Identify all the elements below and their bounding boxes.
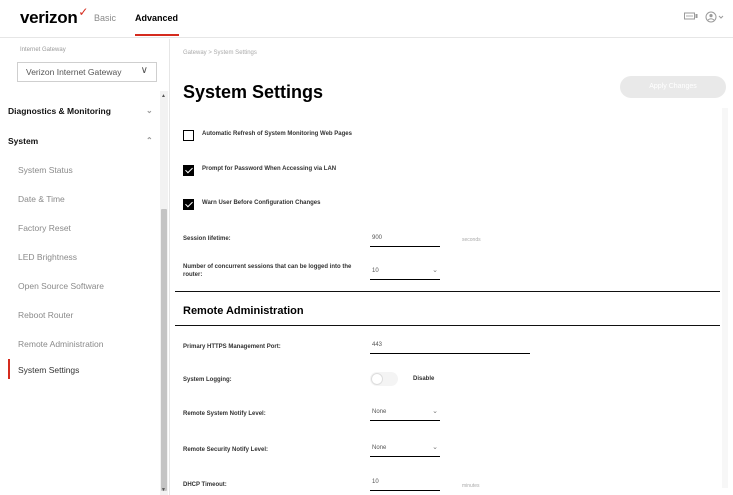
section-divider: [175, 325, 720, 326]
chevron-up-icon: ⌃: [146, 136, 153, 145]
tab-basic[interactable]: Basic: [94, 13, 116, 23]
sidebar-item-date-time[interactable]: Date & Time: [18, 194, 65, 204]
checkbox-label: Prompt for Password When Accessing via L…: [202, 166, 337, 172]
devices-icon[interactable]: [684, 11, 698, 24]
gateway-select-value: Verizon Internet Gateway: [26, 67, 122, 77]
concurrent-sessions-value: 10: [372, 268, 379, 274]
logo-check-mark: ✓: [78, 5, 89, 19]
sidebar-item-factory-reset[interactable]: Factory Reset: [18, 223, 71, 233]
verizon-logo[interactable]: verizon✓: [20, 5, 89, 28]
remote-security-notify-label: Remote Security Notify Level:: [183, 447, 269, 453]
gateway-select[interactable]: Verizon Internet Gateway ∨: [17, 62, 157, 82]
chevron-down-icon: ∨: [140, 65, 148, 76]
https-port-input[interactable]: 443: [370, 338, 530, 354]
sidebar-section-diagnostics[interactable]: Diagnostics & Monitoring ⌄: [8, 106, 153, 116]
chevron-down-icon: ⌄: [432, 408, 438, 415]
checkbox[interactable]: [183, 165, 194, 176]
concurrent-sessions-label: Number of concurrent sessions that can b…: [183, 264, 352, 278]
breadcrumb[interactable]: Gateway > System Settings: [183, 50, 257, 56]
dhcp-timeout-input[interactable]: 10: [370, 475, 440, 491]
checkbox-label: Warn User Before Configuration Changes: [202, 200, 321, 206]
user-icon[interactable]: [705, 11, 727, 26]
session-lifetime-label: Session lifetime:: [183, 236, 231, 242]
section-divider: [175, 291, 720, 292]
sidebar-item-remote-administration[interactable]: Remote Administration: [18, 339, 104, 349]
scroll-down-icon[interactable]: ▼: [161, 487, 166, 493]
chevron-down-icon: ⌄: [432, 444, 438, 451]
checkbox-label: Automatic Refresh of System Monitoring W…: [202, 131, 352, 137]
apply-changes-button[interactable]: Apply Changes: [620, 76, 726, 98]
tab-advanced[interactable]: Advanced: [135, 13, 178, 23]
chevron-down-icon: ⌄: [146, 106, 153, 115]
page-title: System Settings: [183, 82, 324, 102]
remote-system-notify-select[interactable]: None ⌄: [370, 405, 440, 421]
remote-system-notify-value: None: [372, 409, 387, 415]
sidebar-item-open-source-software[interactable]: Open Source Software: [18, 281, 104, 291]
system-logging-label: System Logging:: [183, 377, 232, 383]
sidebar-item-system-settings[interactable]: System Settings: [18, 365, 79, 375]
sidebar-item-reboot-router[interactable]: Reboot Router: [18, 310, 73, 320]
remote-system-notify-label: Remote System Notify Level:: [183, 411, 266, 417]
remote-security-notify-value: None: [372, 445, 387, 451]
sidebar: Internet Gateway Verizon Internet Gatewa…: [0, 39, 170, 495]
checkbox[interactable]: [183, 130, 194, 141]
remote-security-notify-select[interactable]: None ⌄: [370, 441, 440, 457]
https-port-label: Primary HTTPS Management Port:: [183, 344, 281, 350]
scroll-up-icon[interactable]: ▲: [161, 93, 166, 99]
toggle-knob: [371, 373, 383, 385]
active-tab-indicator: [135, 34, 179, 36]
active-item-indicator: [8, 359, 10, 379]
concurrent-sessions-select[interactable]: 10 ⌄: [370, 264, 440, 280]
chevron-down-icon: ⌄: [432, 267, 438, 274]
checkbox[interactable]: [183, 199, 194, 210]
system-logging-state: Disable: [413, 376, 435, 382]
system-logging-toggle[interactable]: [370, 372, 398, 386]
sidebar-item-led-brightness[interactable]: LED Brightness: [18, 252, 77, 262]
top-bar: verizon✓ Basic Advanced: [0, 0, 733, 38]
session-lifetime-input[interactable]: 900: [370, 231, 440, 247]
gateway-label: Internet Gateway: [20, 47, 66, 53]
main-scrollbar[interactable]: [722, 108, 728, 488]
remote-administration-heading: Remote Administration: [183, 305, 304, 317]
sidebar-scrollbar[interactable]: ▲ ▼: [160, 91, 168, 495]
session-lifetime-unit: seconds: [462, 237, 481, 243]
dhcp-timeout-unit: minutes: [462, 483, 480, 489]
sidebar-section-system[interactable]: System ⌃: [8, 136, 153, 146]
sidebar-scrollbar-thumb[interactable]: [161, 209, 167, 491]
dhcp-timeout-label: DHCP Timeout:: [183, 482, 227, 488]
sidebar-item-system-status[interactable]: System Status: [18, 165, 73, 175]
